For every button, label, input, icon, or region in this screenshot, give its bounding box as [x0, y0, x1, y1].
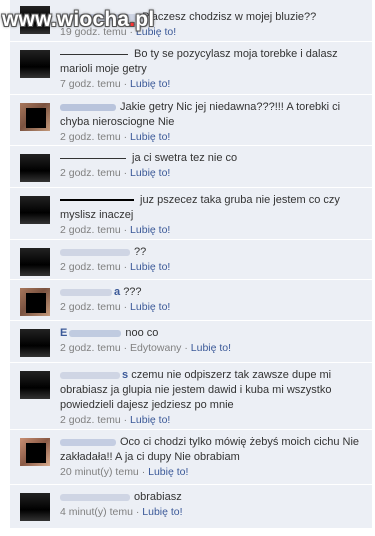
comment-time[interactable]: 2 godz. temu — [60, 301, 121, 313]
comment-text: ??? — [123, 286, 142, 298]
avatar[interactable] — [20, 196, 50, 224]
comment-meta: 2 godz. temu · Lubię to! — [60, 131, 171, 143]
author-name-fragment[interactable]: s — [122, 369, 128, 381]
comment-body: obrabiasz 4 minut(y) temu · Lubię to! — [60, 490, 366, 520]
comment-text: Bo ty se pozycylasz moja torebke i dalas… — [60, 48, 338, 75]
avatar[interactable] — [20, 103, 50, 131]
like-link[interactable]: Lubię to! — [130, 167, 170, 179]
like-link[interactable]: Lubię to! — [130, 78, 170, 90]
comment-meta: 2 godz. temu · Lubię to! — [60, 301, 171, 313]
comment-time[interactable]: 2 godz. temu — [60, 261, 121, 273]
avatar[interactable] — [20, 493, 50, 521]
comment-text: juz pszecez taka gruba nie jestem co czy… — [60, 194, 340, 221]
comment-time[interactable]: 2 godz. temu — [60, 224, 121, 236]
censor-block — [26, 293, 46, 313]
author-name[interactable] — [60, 288, 112, 296]
author-name[interactable] — [69, 329, 122, 337]
comment-time[interactable]: 2 godz. temu — [60, 342, 121, 354]
comment-body: ja ci swetra tez nie co 2 godz. temu · L… — [60, 151, 366, 181]
avatar[interactable] — [20, 248, 50, 276]
author-name[interactable] — [60, 248, 130, 256]
avatar[interactable] — [20, 329, 50, 357]
comment-meta: 2 godz. temu · Lubię to! — [60, 167, 171, 179]
comment: Jakie getry Nic jej niedawna???!!! A tor… — [10, 95, 372, 146]
like-link[interactable]: Lubię to! — [130, 414, 170, 426]
like-link[interactable]: Lubię to! — [191, 342, 231, 354]
comment-text: ?? — [134, 246, 147, 258]
comment-meta: 7 godz. temu · Lubię to! — [60, 78, 171, 90]
watermark-prefix: www. — [2, 8, 57, 31]
edited-label[interactable]: Edytowany — [130, 342, 181, 354]
comment-list: Płaczesz chodzisz w mojej bluzie?? 19 go… — [10, 0, 372, 529]
avatar[interactable] — [20, 438, 50, 466]
censor-block — [26, 108, 46, 128]
comment-body: Bo ty se pozycylasz moja torebke i dalas… — [60, 47, 366, 92]
comment: juz pszecez taka gruba nie jestem co czy… — [10, 188, 372, 240]
comment-body: Enoo co 2 godz. temu · Edytowany · Lubię… — [60, 326, 366, 356]
author-name[interactable] — [60, 371, 120, 379]
comment-body: s czemu nie odpiszerz tak zawsze dupe mi… — [60, 368, 366, 428]
comment-time[interactable]: 2 godz. temu — [60, 167, 121, 179]
comment-meta: 4 minut(y) temu · Lubię to! — [60, 506, 183, 518]
author-name-fragment[interactable]: E — [60, 327, 67, 339]
avatar[interactable] — [20, 288, 50, 316]
author-name-fragment[interactable]: a — [114, 286, 120, 298]
comment: ja ci swetra tez nie co 2 godz. temu · L… — [10, 146, 372, 188]
comment: ?? 2 godz. temu · Lubię to! — [10, 240, 372, 280]
comment-meta: 2 godz. temu · Lubię to! — [60, 261, 171, 273]
comment-meta: 2 godz. temu · Edytowany · Lubię to! — [60, 342, 232, 354]
comment: a ??? 2 godz. temu · Lubię to! — [10, 280, 372, 321]
like-link[interactable]: Lubię to! — [130, 261, 170, 273]
comment: Bo ty se pozycylasz moja torebke i dalas… — [10, 42, 372, 95]
like-link[interactable]: Lubię to! — [142, 506, 182, 518]
comment-body: Oco ci chodzi tylko mówię żebyś moich ci… — [60, 435, 366, 480]
watermark-tld: pl — [135, 8, 155, 31]
avatar[interactable] — [20, 154, 50, 182]
author-name[interactable] — [60, 199, 134, 202]
author-name[interactable] — [60, 157, 126, 159]
like-link[interactable]: Lubię to! — [130, 301, 170, 313]
comment-text: Płaczesz chodzisz w mojej bluzie?? — [142, 11, 317, 23]
censor-block — [26, 443, 46, 463]
comment: s czemu nie odpiszerz tak zawsze dupe mi… — [10, 363, 372, 430]
comment-body: ?? 2 godz. temu · Lubię to! — [60, 245, 366, 275]
comment-time[interactable]: 4 minut(y) temu — [60, 506, 133, 518]
comment: Enoo co 2 godz. temu · Edytowany · Lubię… — [10, 321, 372, 363]
like-link[interactable]: Lubię to! — [130, 224, 170, 236]
comment-time[interactable]: 2 godz. temu — [60, 131, 121, 143]
like-link[interactable]: Lubię to! — [148, 466, 188, 478]
comment-body: Jakie getry Nic jej niedawna???!!! A tor… — [60, 100, 366, 145]
comment-meta: 20 minut(y) temu · Lubię to! — [60, 466, 189, 478]
comment-text: obrabiasz — [134, 491, 182, 503]
author-name[interactable] — [60, 53, 128, 55]
comment-meta: 2 godz. temu · Lubię to! — [60, 224, 171, 236]
comment-text: ja ci swetra tez nie co — [132, 152, 238, 164]
comment: obrabiasz 4 minut(y) temu · Lubię to! — [10, 485, 372, 529]
comment-time[interactable]: 2 godz. temu — [60, 414, 121, 426]
avatar[interactable] — [20, 371, 50, 399]
comment-body: a ??? 2 godz. temu · Lubię to! — [60, 285, 366, 315]
watermark-logo: www.wiocha.pl — [2, 8, 154, 32]
comment: Oco ci chodzi tylko mówię żebyś moich ci… — [10, 430, 372, 485]
author-name[interactable] — [60, 493, 130, 501]
comment-body: juz pszecez taka gruba nie jestem co czy… — [60, 193, 366, 238]
comment-text: noo co — [125, 327, 159, 339]
author-name[interactable] — [60, 438, 116, 446]
avatar[interactable] — [20, 50, 50, 78]
author-name[interactable] — [60, 103, 116, 111]
comment-meta: 2 godz. temu · Lubię to! — [60, 414, 171, 426]
watermark-brand: wiocha — [56, 8, 130, 31]
comment-time[interactable]: 7 godz. temu — [60, 78, 121, 90]
comment-time[interactable]: 20 minut(y) temu — [60, 466, 139, 478]
like-link[interactable]: Lubię to! — [130, 131, 170, 143]
